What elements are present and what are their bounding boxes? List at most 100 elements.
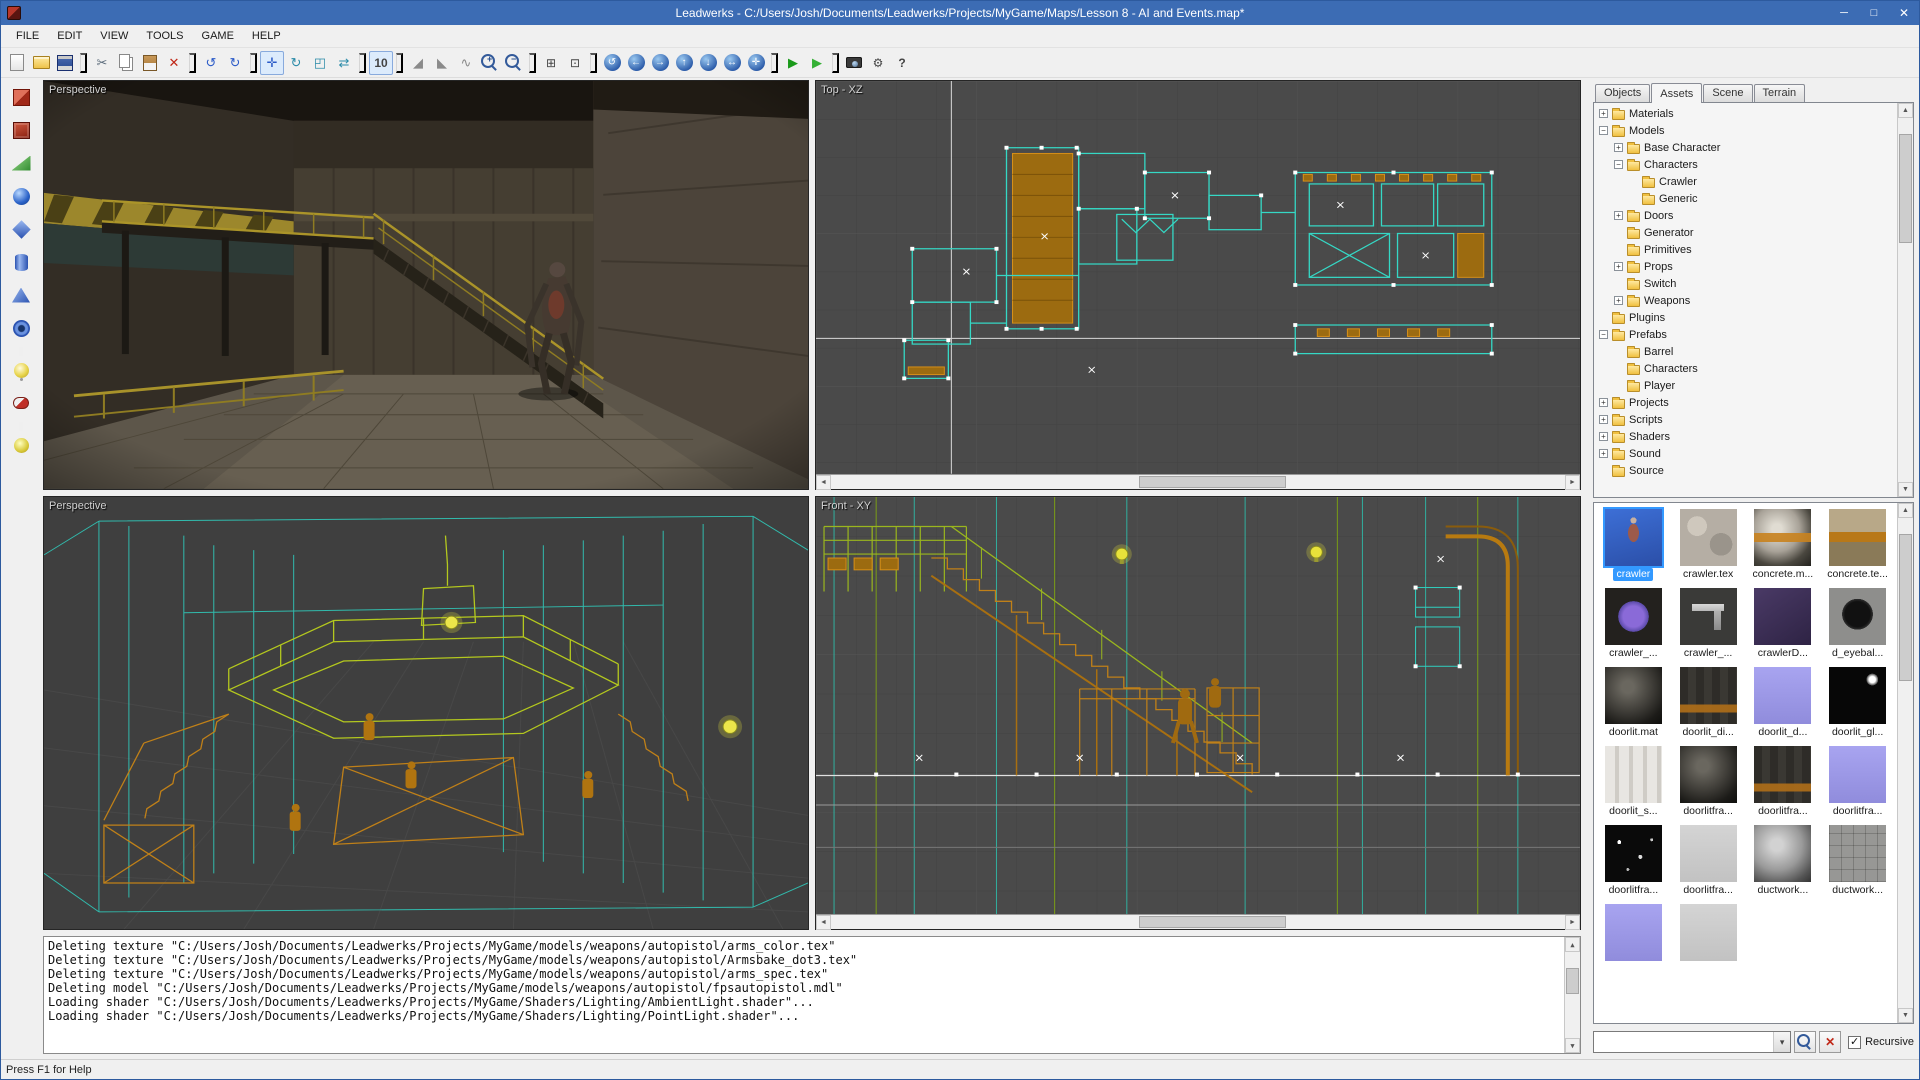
asset-item[interactable]: doorlitfra... bbox=[1596, 821, 1671, 900]
scrollbar-thumb[interactable] bbox=[1139, 916, 1286, 928]
viewport-front-xy[interactable]: Front - XY ◄ ► bbox=[815, 496, 1581, 930]
zoom-out-icon[interactable]: − bbox=[502, 51, 526, 75]
csg-tube-icon[interactable] bbox=[6, 314, 36, 342]
scroll-up-icon[interactable]: ▲ bbox=[1898, 103, 1913, 118]
asset-item[interactable]: doorlit_gl... bbox=[1820, 663, 1895, 742]
panel-tab[interactable]: Terrain bbox=[1754, 84, 1806, 102]
tree-item[interactable]: Crawler bbox=[1596, 173, 1895, 190]
csg-pyramid-icon[interactable] bbox=[6, 281, 36, 309]
layout-single-icon[interactable]: ⊡ bbox=[563, 51, 587, 75]
point-light-icon[interactable] bbox=[6, 356, 36, 384]
scrollbar-thumb[interactable] bbox=[1899, 534, 1912, 681]
scale-tool-icon[interactable]: ◰ bbox=[308, 51, 332, 75]
tree-item[interactable]: Barrel bbox=[1596, 343, 1895, 360]
horizontal-scrollbar[interactable]: ◄ ► bbox=[816, 914, 1580, 929]
tree-item[interactable]: + Doors bbox=[1596, 207, 1895, 224]
camera-pan-down-icon[interactable]: ↓ bbox=[696, 51, 720, 75]
viewport-top-xz[interactable]: Top - XZ ◄ ► bbox=[815, 80, 1581, 490]
expand-toggle-icon[interactable]: + bbox=[1614, 262, 1623, 271]
tree-item[interactable]: + Shaders bbox=[1596, 428, 1895, 445]
tree-item[interactable]: + Materials bbox=[1596, 105, 1895, 122]
scrollbar-thumb[interactable] bbox=[1899, 134, 1912, 243]
asset-item[interactable] bbox=[1596, 900, 1671, 979]
tree-item[interactable]: Switch bbox=[1596, 275, 1895, 292]
new-map-icon[interactable] bbox=[5, 51, 29, 75]
asset-item[interactable]: doorlit_s... bbox=[1596, 742, 1671, 821]
settings-gear-icon[interactable]: ⚙ bbox=[866, 51, 890, 75]
search-icon[interactable] bbox=[1794, 1031, 1816, 1053]
close-button[interactable]: ✕ bbox=[1889, 1, 1919, 25]
csg-sphere-icon[interactable] bbox=[6, 182, 36, 210]
menu-item[interactable]: HELP bbox=[243, 27, 290, 45]
camera-pan-right-icon[interactable]: → bbox=[648, 51, 672, 75]
zoom-in-icon[interactable]: + bbox=[478, 51, 502, 75]
model-icon[interactable] bbox=[6, 389, 36, 417]
tree-item[interactable]: Primitives bbox=[1596, 241, 1895, 258]
recursive-checkbox[interactable]: ✓ bbox=[1848, 1036, 1861, 1049]
tree-item[interactable]: Player bbox=[1596, 377, 1895, 394]
camera-orbit-icon[interactable]: ↺ bbox=[600, 51, 624, 75]
tree-item[interactable]: − Models bbox=[1596, 122, 1895, 139]
undo-icon[interactable]: ↺ bbox=[199, 51, 223, 75]
tree-item[interactable]: + Scripts bbox=[1596, 411, 1895, 428]
menu-item[interactable]: FILE bbox=[7, 27, 48, 45]
camera-pan-left-icon[interactable]: ← bbox=[624, 51, 648, 75]
help-icon[interactable]: ? bbox=[890, 51, 914, 75]
asset-item[interactable]: crawler_... bbox=[1671, 584, 1746, 663]
scroll-left-icon[interactable]: ◄ bbox=[816, 915, 831, 930]
chevron-down-icon[interactable]: ▾ bbox=[1773, 1032, 1790, 1052]
terrain-smooth-icon[interactable]: ∿ bbox=[454, 51, 478, 75]
env-probe-icon[interactable] bbox=[6, 431, 36, 459]
viewport-perspective-render[interactable]: Perspective bbox=[43, 80, 809, 490]
redo-icon[interactable]: ↻ bbox=[223, 51, 247, 75]
scroll-left-icon[interactable]: ◄ bbox=[816, 475, 831, 490]
asset-item[interactable]: concrete.m... bbox=[1746, 505, 1821, 584]
expand-toggle-icon[interactable]: + bbox=[1599, 432, 1608, 441]
menu-item[interactable]: VIEW bbox=[91, 27, 137, 45]
asset-item[interactable]: ductwork... bbox=[1820, 821, 1895, 900]
asset-item[interactable]: ductwork... bbox=[1746, 821, 1821, 900]
copy-icon[interactable] bbox=[114, 51, 138, 75]
expand-toggle-icon[interactable]: + bbox=[1599, 449, 1608, 458]
expand-toggle-icon[interactable]: − bbox=[1599, 126, 1608, 135]
console-scrollbar[interactable]: ▲ ▼ bbox=[1564, 937, 1580, 1053]
asset-item[interactable]: crawler_... bbox=[1596, 584, 1671, 663]
tree-item[interactable]: Characters bbox=[1596, 360, 1895, 377]
asset-item[interactable]: crawler.tex bbox=[1671, 505, 1746, 584]
asset-item[interactable]: doorlit_d... bbox=[1746, 663, 1821, 742]
scroll-up-icon[interactable]: ▲ bbox=[1565, 937, 1580, 952]
run-game-icon[interactable]: ▶ bbox=[781, 51, 805, 75]
panel-tab[interactable]: Scene bbox=[1703, 84, 1752, 102]
tree-item[interactable]: − Prefabs bbox=[1596, 326, 1895, 343]
camera-center-icon[interactable]: ✛ bbox=[744, 51, 768, 75]
scrollbar-thumb[interactable] bbox=[1566, 968, 1579, 994]
asset-item[interactable]: doorlit.mat bbox=[1596, 663, 1671, 742]
translate-tool-icon[interactable]: ✛ bbox=[260, 51, 284, 75]
csg-box-icon[interactable] bbox=[6, 83, 36, 111]
csg-wedge-icon[interactable] bbox=[6, 149, 36, 177]
asset-item[interactable]: doorlitfra... bbox=[1820, 742, 1895, 821]
expand-toggle-icon[interactable]: + bbox=[1599, 415, 1608, 424]
scroll-right-icon[interactable]: ► bbox=[1565, 475, 1580, 490]
asset-filter-combobox[interactable]: ▾ bbox=[1593, 1031, 1791, 1053]
asset-item[interactable]: crawlerD... bbox=[1746, 584, 1821, 663]
scrollbar-thumb[interactable] bbox=[1139, 476, 1286, 488]
panel-tab[interactable]: Objects bbox=[1595, 84, 1650, 102]
expand-toggle-icon[interactable]: + bbox=[1614, 143, 1623, 152]
camera-zoom-extents-icon[interactable]: ↔ bbox=[720, 51, 744, 75]
asset-item[interactable]: concrete.te... bbox=[1820, 505, 1895, 584]
asset-item[interactable]: doorlitfra... bbox=[1671, 821, 1746, 900]
minimize-button[interactable]: ─ bbox=[1829, 1, 1859, 25]
debug-run-icon[interactable]: ▶ bbox=[805, 51, 829, 75]
expand-toggle-icon[interactable]: + bbox=[1599, 398, 1608, 407]
screenshot-icon[interactable] bbox=[842, 51, 866, 75]
delete-icon[interactable]: ✕ bbox=[162, 51, 186, 75]
scroll-right-icon[interactable]: ► bbox=[1565, 915, 1580, 930]
asset-grid-scrollbar[interactable]: ▲ ▼ bbox=[1897, 503, 1913, 1023]
tree-item[interactable]: + Projects bbox=[1596, 394, 1895, 411]
asset-item[interactable]: doorlitfra... bbox=[1746, 742, 1821, 821]
terrain-raise-icon[interactable]: ◢ bbox=[406, 51, 430, 75]
scroll-down-icon[interactable]: ▼ bbox=[1565, 1038, 1580, 1053]
asset-item[interactable]: crawler bbox=[1596, 505, 1671, 584]
camera-pan-up-icon[interactable]: ↑ bbox=[672, 51, 696, 75]
